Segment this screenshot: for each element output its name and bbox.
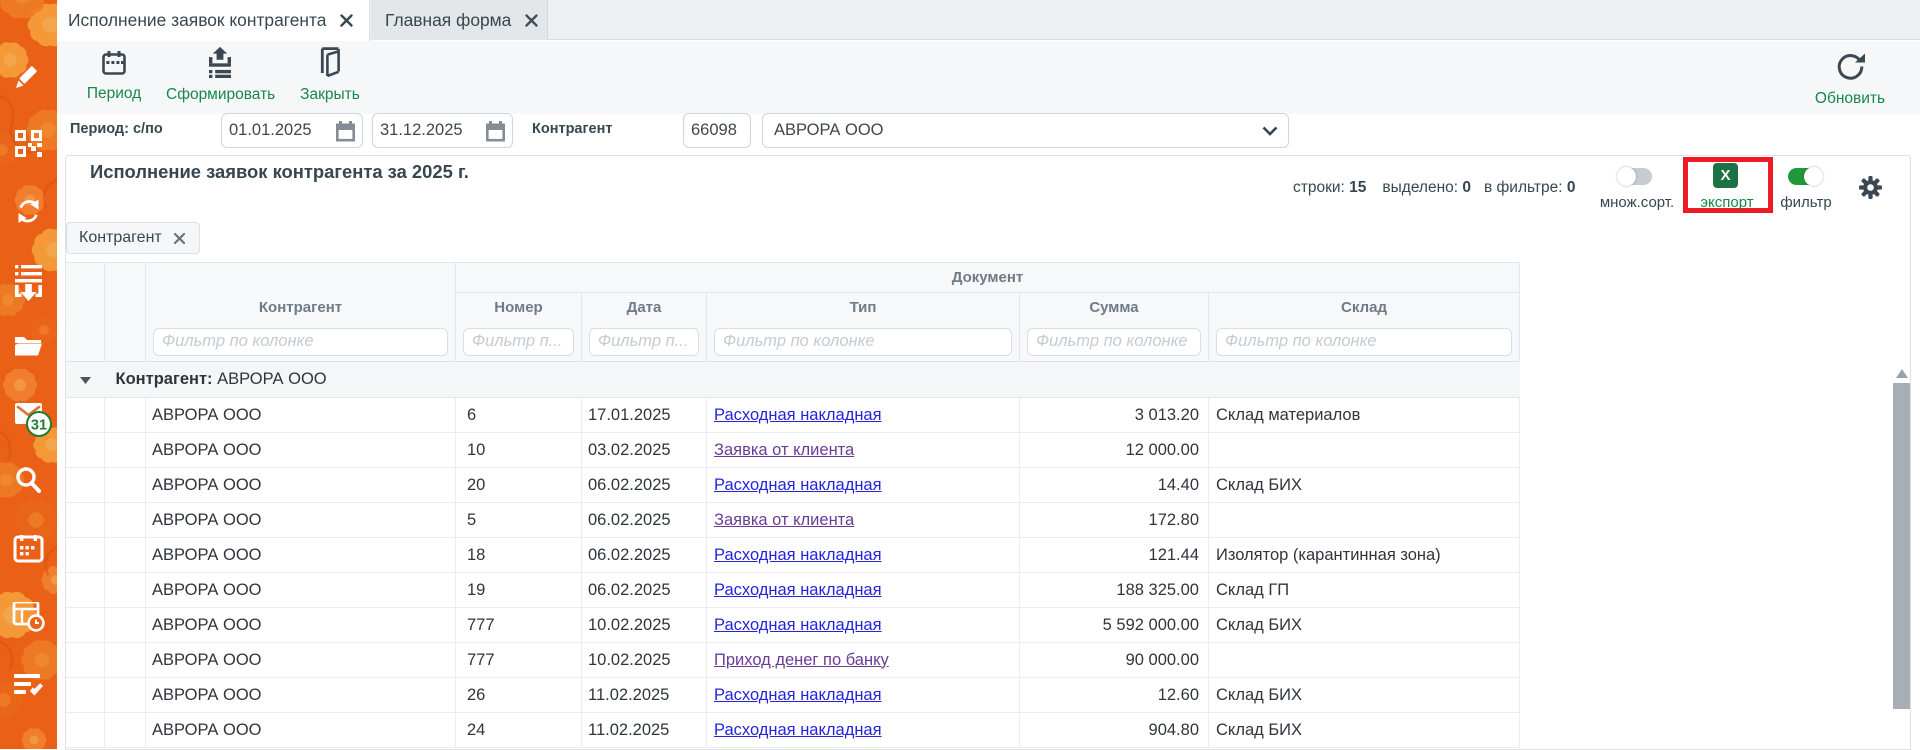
svg-text:31: 31 — [31, 418, 47, 434]
